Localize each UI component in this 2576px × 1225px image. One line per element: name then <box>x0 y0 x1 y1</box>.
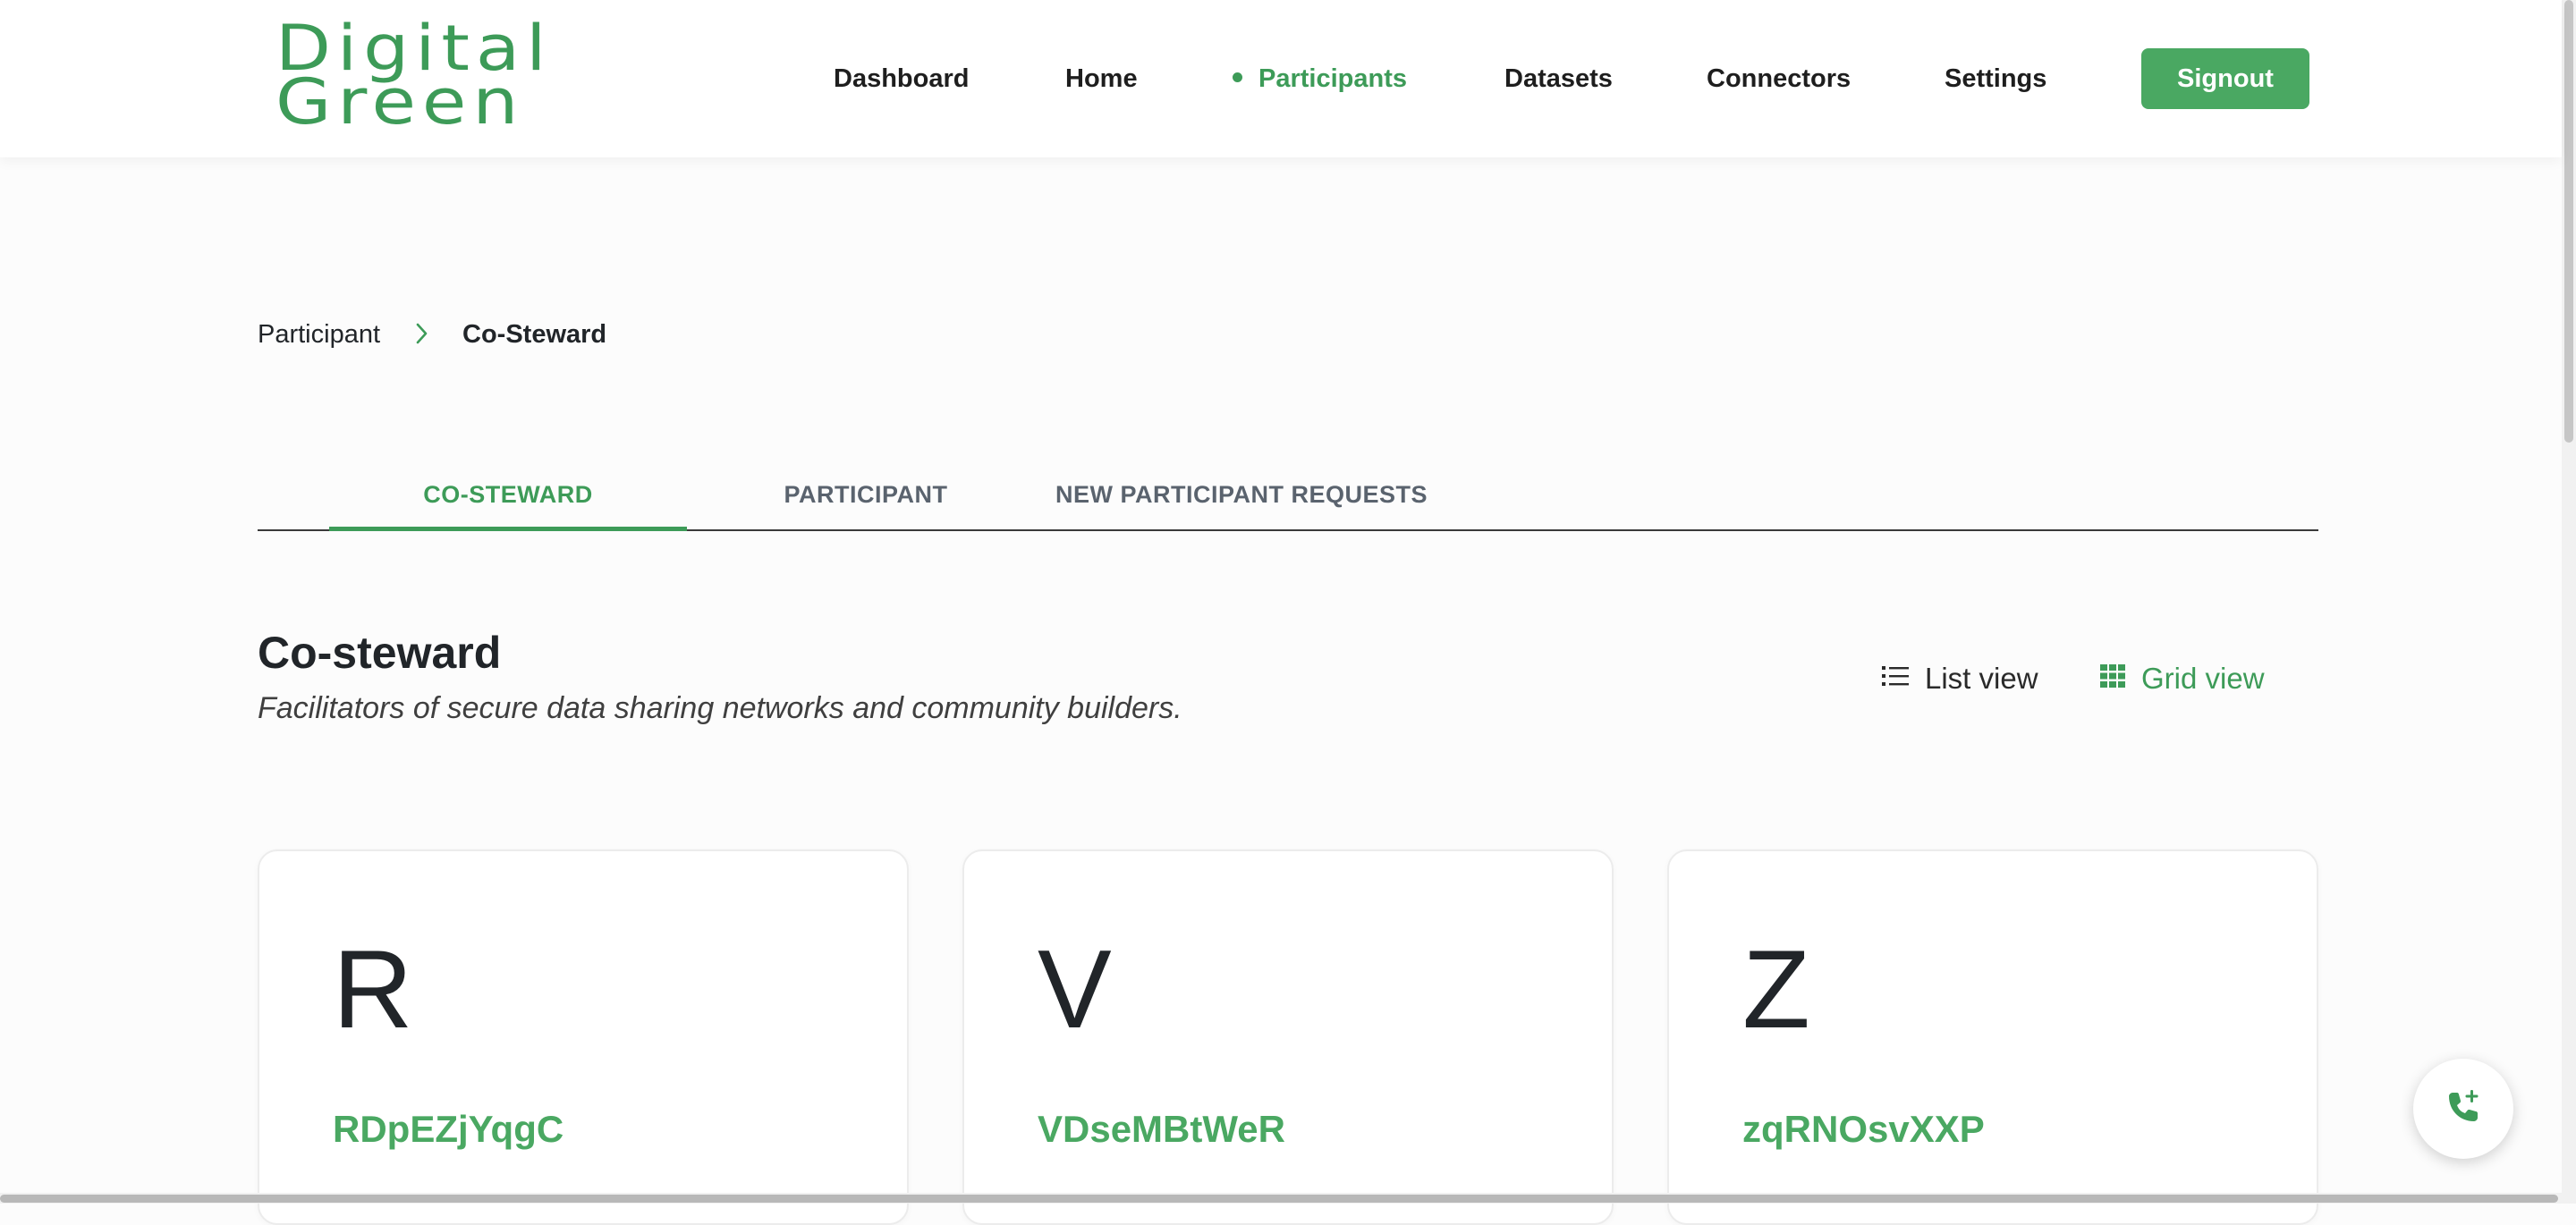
tab-new-participant-requests[interactable]: NEW PARTICIPANT REQUESTS <box>1045 472 1438 531</box>
list-view-toggle[interactable]: List view <box>1882 656 2038 701</box>
tab-participant[interactable]: PARTICIPANT <box>687 472 1045 531</box>
signout-button[interactable]: Signout <box>2141 48 2309 109</box>
breadcrumb: Participant Co-Steward <box>258 317 606 352</box>
horizontal-scrollbar-thumb[interactable] <box>0 1195 2558 1203</box>
vertical-scrollbar[interactable] <box>2562 0 2576 1204</box>
list-icon <box>1882 655 1909 700</box>
co-steward-card[interactable]: R RDpEZjYqgC <box>258 849 909 1225</box>
grid-view-label: Grid view <box>2141 662 2265 695</box>
grid-icon <box>2100 655 2125 700</box>
nav-item-settings[interactable]: Settings <box>1945 61 2046 97</box>
co-steward-card[interactable]: Z zqRNOsvXXP <box>1667 849 2318 1225</box>
horizontal-scrollbar[interactable] <box>0 1193 2562 1204</box>
card-name: zqRNOsvXXP <box>1742 1108 1985 1150</box>
section-title: Co-steward <box>258 628 502 678</box>
nav-item-datasets[interactable]: Datasets <box>1504 61 1613 97</box>
card-initial: Z <box>1742 928 1810 1052</box>
card-name: RDpEZjYqgC <box>333 1108 564 1150</box>
nav-item-connectors[interactable]: Connectors <box>1707 61 1851 97</box>
nav-item-dashboard[interactable]: Dashboard <box>834 61 969 97</box>
tab-co-steward[interactable]: CO-STEWARD <box>329 472 687 531</box>
chevron-right-icon <box>414 317 430 352</box>
digital-green-logo[interactable]: Digital Green <box>275 17 553 138</box>
nav-item-participants[interactable]: Participants <box>1233 61 1407 97</box>
active-dot-icon <box>1233 72 1242 82</box>
participant-tabs: CO-STEWARD PARTICIPANT NEW PARTICIPANT R… <box>258 454 2318 531</box>
card-initial: R <box>333 928 413 1052</box>
vertical-scrollbar-thumb[interactable] <box>2564 0 2573 443</box>
card-name: VDseMBtWeR <box>1038 1108 1285 1150</box>
breadcrumb-participant[interactable]: Participant <box>258 320 380 349</box>
nav-item-participants-label: Participants <box>1258 64 1407 93</box>
breadcrumb-current: Co-Steward <box>462 320 607 349</box>
logo-line-2: Green <box>275 65 525 139</box>
section-subtitle: Facilitators of secure data sharing netw… <box>258 691 1182 725</box>
card-initial: V <box>1038 928 1112 1052</box>
phone-add-icon <box>2444 1087 2483 1131</box>
call-support-button[interactable] <box>2413 1059 2513 1159</box>
nav-item-home[interactable]: Home <box>1065 61 1138 97</box>
co-steward-card[interactable]: V VDseMBtWeR <box>962 849 1614 1225</box>
top-header: Digital Green Dashboard Home Participant… <box>0 0 2562 157</box>
list-view-label: List view <box>1925 662 2038 695</box>
grid-view-toggle[interactable]: Grid view <box>2100 656 2265 701</box>
